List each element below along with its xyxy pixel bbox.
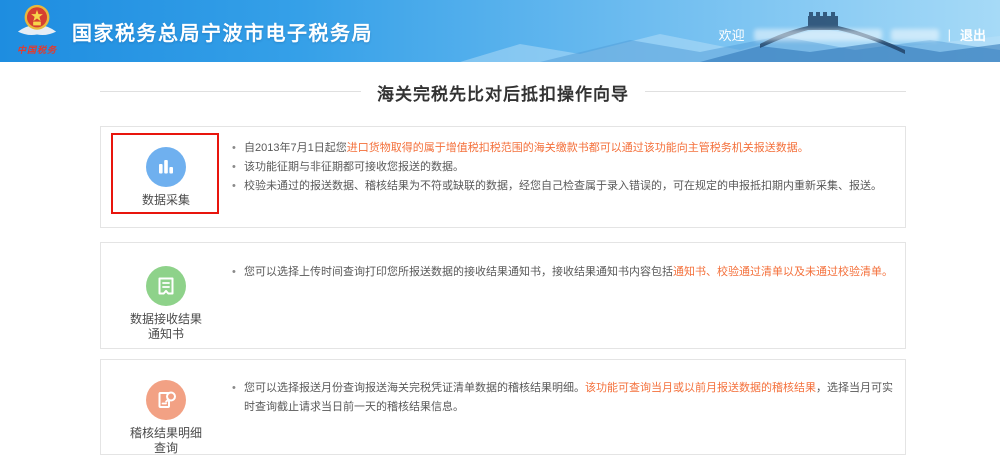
app-header: 中国税务 国家税务总局宁波市电子税务局 欢迎 | 退出 <box>0 0 1000 62</box>
audit-result-circle <box>146 380 186 420</box>
tax-emblem-icon <box>17 4 57 36</box>
bullet-item: 您可以选择报送月份查询报送海关完税凭证清单数据的稽核结果明细。该功能可查询当月或… <box>231 379 895 417</box>
document-search-icon <box>158 391 176 408</box>
section-audit-result-query: 稽核结果明细查询 您可以选择报送月份查询报送海关完税凭证清单数据的稽核结果明细。… <box>100 359 906 455</box>
receipt-notice-button[interactable]: 数据接收结果通知书 <box>101 243 231 348</box>
page-title-row: 海关完税先比对后抵扣操作向导 <box>100 80 906 105</box>
section-receipt-notice: 数据接收结果通知书 您可以选择上传时间查询打印您所报送数据的接收结果通知书，接收… <box>100 242 906 349</box>
masked-username-extra <box>890 28 939 41</box>
welcome-label: 欢迎 <box>718 28 745 43</box>
bullet-item: 该功能征期与非征期都可接收您报送的数据。 <box>231 158 895 177</box>
section-label: 稽核结果明细查询 <box>129 426 202 455</box>
section-bullets: 您可以选择报送月份查询报送海关完税凭证清单数据的稽核结果明细。该功能可查询当月或… <box>231 379 895 417</box>
audit-result-query-button[interactable]: 稽核结果明细查询 <box>101 360 231 455</box>
data-collection-button[interactable]: 数据采集 <box>101 127 231 227</box>
site-title: 国家税务总局宁波市电子税务局 <box>72 23 373 45</box>
header-divider: | <box>947 27 951 42</box>
bullet-item: 您可以选择上传时间查询打印您所报送数据的接收结果通知书，接收结果通知书内容包括通… <box>231 263 895 282</box>
section-data-collection: 数据采集 自2013年7月1日起您进口货物取得的属于增值税扣税范围的海关缴款书都… <box>100 126 906 228</box>
bullet-item: 自2013年7月1日起您进口货物取得的属于增值税扣税范围的海关缴款书都可以通过该… <box>231 139 895 158</box>
receipt-notice-circle <box>146 266 186 306</box>
data-collection-circle <box>146 147 186 187</box>
masked-username <box>753 28 882 41</box>
page-title: 海关完税先比对后抵扣操作向导 <box>361 80 645 105</box>
logout-button[interactable]: 退出 <box>960 25 986 44</box>
bullet-item: 校验未通过的报送数据、稽核结果为不符或缺联的数据，经您自己检查属于录入错误的，可… <box>231 177 895 196</box>
emblem-caption: 中国税务 <box>16 45 57 55</box>
bar-chart-icon <box>159 160 173 174</box>
header-user-area: 欢迎 | 退出 <box>719 25 986 44</box>
section-label: 数据接收结果通知书 <box>129 312 202 341</box>
section-label: 数据采集 <box>141 193 190 207</box>
receipt-icon <box>158 277 174 295</box>
section-bullets: 自2013年7月1日起您进口货物取得的属于增值税扣税范围的海关缴款书都可以通过该… <box>231 139 895 196</box>
main-content: 海关完税先比对后抵扣操作向导 数据采集 自2013年7月1日起您进口货物取得的属… <box>100 80 906 455</box>
section-bullets: 您可以选择上传时间查询打印您所报送数据的接收结果通知书，接收结果通知书内容包括通… <box>231 263 895 282</box>
tax-bureau-logo: 中国税务 <box>12 3 62 56</box>
